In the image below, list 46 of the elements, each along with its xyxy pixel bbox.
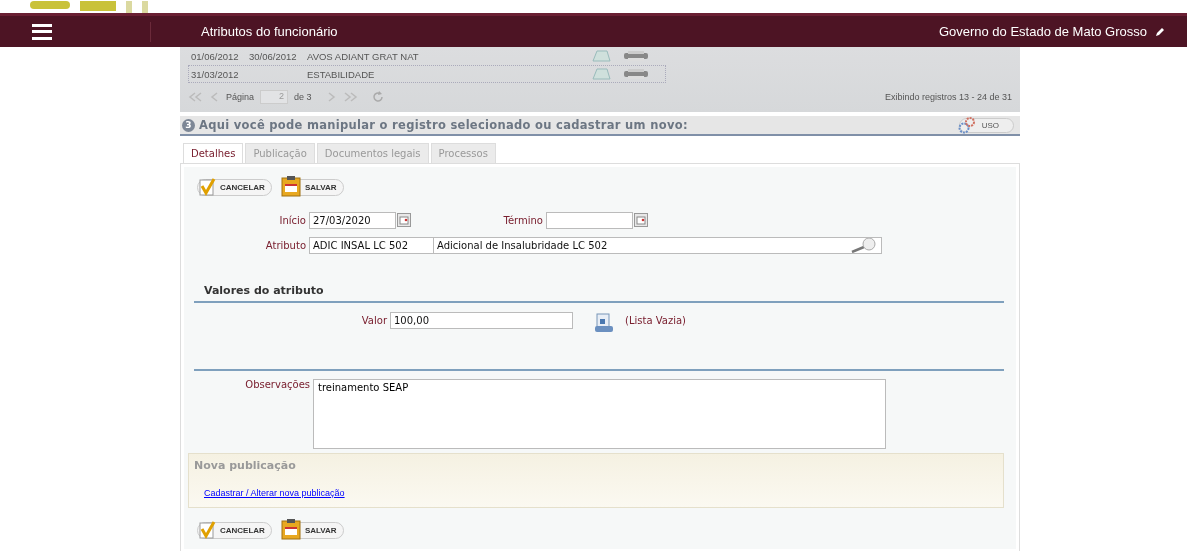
calendar-icon[interactable]	[634, 213, 648, 227]
publication-link[interactable]: Cadastrar / Alterar nova publicação	[204, 488, 345, 498]
step-number: 3	[182, 118, 195, 132]
cancel-button[interactable]: CANCELAR	[197, 178, 272, 196]
clipboard-icon	[280, 517, 301, 540]
pencil-icon[interactable]	[1155, 26, 1165, 37]
document-stack-icon[interactable]	[593, 312, 615, 334]
observations-field[interactable]: treinamento SEAP	[313, 379, 886, 449]
records-info: Exibindo registros 13 - 24 de 31	[884, 92, 1012, 102]
table-cell-text: ESTABILIDADE	[306, 68, 376, 80]
menu-button[interactable]	[32, 23, 52, 40]
gears-icon	[957, 115, 976, 134]
attribute-code-field[interactable]: ADIC INSAL LC 502	[309, 236, 434, 254]
usage-button[interactable]: USO	[958, 117, 1014, 133]
field-label: Início	[278, 214, 307, 226]
field-label: Atributo	[264, 239, 307, 251]
checkmark-icon	[198, 176, 218, 197]
field-label: Término	[502, 214, 544, 226]
page-count: de 3	[294, 92, 312, 102]
field-label: Valor	[360, 314, 388, 326]
field-label: Observações	[244, 379, 311, 390]
section-heading: Valores do atributo	[194, 284, 1004, 303]
checkmark-icon	[198, 519, 218, 540]
save-button[interactable]: SALVAR	[281, 178, 344, 196]
cancel-button[interactable]: CANCELAR	[197, 521, 272, 539]
table-cell-text: 01/06/2012	[190, 50, 240, 62]
refresh-icon[interactable]	[371, 91, 384, 103]
panel-title: Nova publicação	[194, 459, 297, 472]
value-field[interactable]: 100,00	[390, 311, 573, 329]
section-title: Aqui você pode manipular o registro selecionado ou cadastrar um novo:	[199, 118, 689, 132]
tab[interactable]: Detalhes	[183, 143, 244, 163]
end-date-field[interactable]	[546, 211, 633, 229]
table-cell-text: 30/06/2012	[248, 50, 298, 62]
first-page-icon[interactable]	[188, 92, 204, 102]
previous-page-icon[interactable]	[210, 92, 220, 102]
attribute-description-field[interactable]: Adicional de Insalubridade LC 502	[434, 236, 882, 254]
calendar-icon[interactable]	[397, 213, 411, 227]
table-cell-text: 31/03/2012	[190, 68, 240, 80]
empty-list-note: (Lista Vazia)	[625, 314, 686, 326]
save-button[interactable]: SALVAR	[281, 521, 344, 539]
start-date-field[interactable]: 27/03/2020	[309, 211, 396, 229]
organization-name: Governo do Estado de Mato Grosso	[938, 24, 1147, 39]
clipboard-icon	[280, 174, 301, 197]
page-title: Atributos do funcionário	[201, 24, 339, 39]
table-cell-text: AVOS ADIANT GRAT NAT	[306, 50, 420, 62]
page-label: Página	[226, 92, 255, 102]
